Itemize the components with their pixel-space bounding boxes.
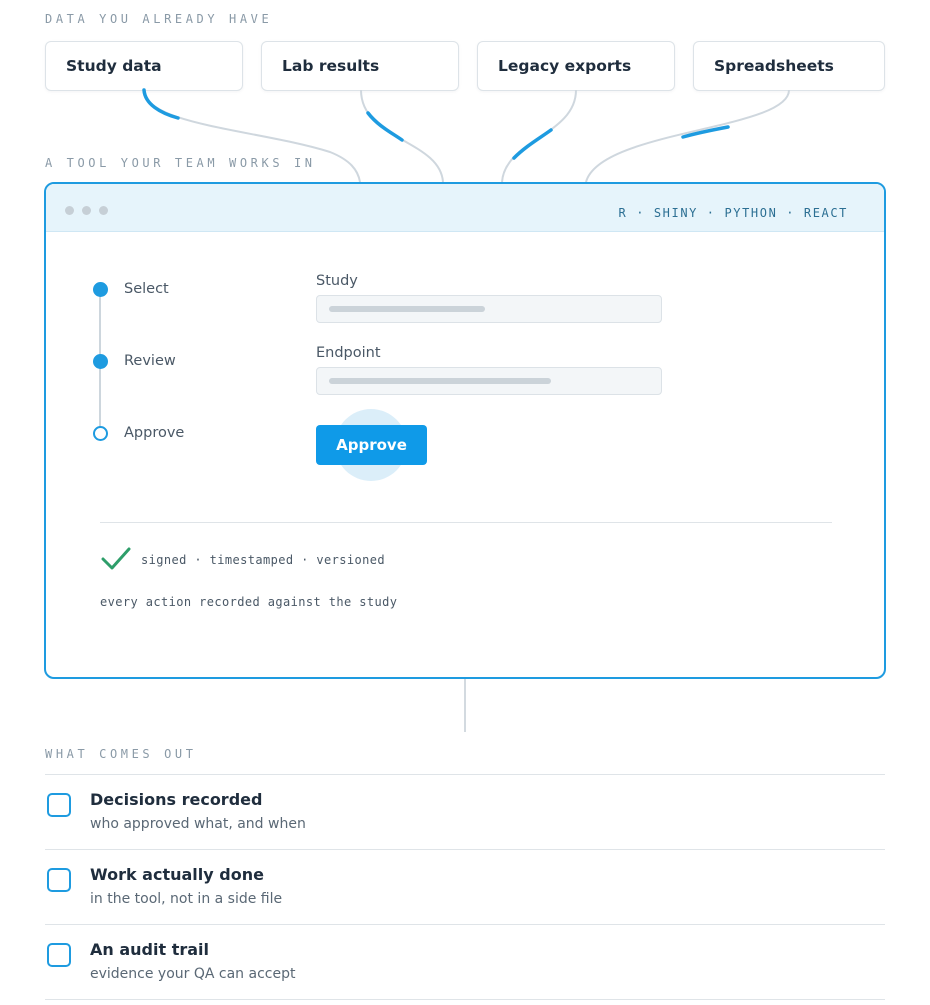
approve-button[interactable]: Approve	[316, 425, 427, 465]
tool-output-connector	[464, 679, 466, 732]
step-done-icon	[93, 282, 108, 297]
window-dot-icon	[82, 206, 91, 215]
connector-spreadsheets-highlight	[681, 125, 730, 139]
tool-window: R · SHINY · PYTHON · REACT Select Review…	[44, 182, 886, 679]
output-title: Decisions recorded	[90, 790, 263, 809]
tool-titlebar: R · SHINY · PYTHON · REACT	[46, 184, 884, 232]
connector-spreadsheets	[585, 89, 790, 183]
source-card-label: Spreadsheets	[714, 57, 834, 75]
checkbox-icon	[47, 793, 71, 817]
source-card-label: Lab results	[282, 57, 380, 75]
output-divider	[45, 774, 885, 775]
output-subtitle: evidence your QA can accept	[90, 966, 296, 982]
output-title: An audit trail	[90, 940, 209, 959]
output-divider	[45, 924, 885, 925]
step-label-review[interactable]: Review	[124, 353, 176, 369]
study-field-placeholder-bar	[329, 306, 485, 312]
output-subtitle: in the tool, not in a side file	[90, 891, 283, 907]
inputs-heading: DATA YOU ALREADY HAVE	[45, 12, 273, 26]
output-title: Work actually done	[90, 865, 264, 884]
step-label-approve[interactable]: Approve	[124, 425, 184, 441]
checkbox-icon	[47, 868, 71, 892]
status-line: signed · timestamped · versioned	[141, 553, 385, 567]
connector-study-data-highlight	[142, 88, 180, 120]
connector-lab-results	[360, 89, 444, 183]
source-card-spreadsheets: Spreadsheets	[693, 41, 885, 91]
connector-lab-results-highlight	[366, 111, 404, 142]
step-current-icon	[93, 426, 108, 441]
step-label-select[interactable]: Select	[124, 281, 169, 297]
record-note: every action recorded against the study	[100, 595, 398, 609]
tech-stack: R · SHINY · PYTHON · REACT	[618, 206, 848, 220]
checkbox-icon	[47, 943, 71, 967]
connector-legacy-exports-highlight	[512, 128, 553, 160]
source-card-lab-results: Lab results	[261, 41, 459, 91]
output-divider	[45, 999, 885, 1000]
source-card-study-data: Study data	[45, 41, 243, 91]
source-card-label: Legacy exports	[498, 57, 632, 75]
outputs-heading: WHAT COMES OUT	[45, 747, 197, 761]
window-dot-icon	[99, 206, 108, 215]
tool-heading: A TOOL YOUR TEAM WORKS IN	[45, 156, 316, 170]
endpoint-field-placeholder-bar	[329, 378, 551, 384]
output-divider	[45, 849, 885, 850]
window-dot-icon	[65, 206, 74, 215]
step-done-icon	[93, 354, 108, 369]
tool-divider	[100, 522, 832, 523]
endpoint-field-label: Endpoint	[316, 345, 381, 361]
connector-legacy-exports	[501, 89, 577, 183]
study-field-label: Study	[316, 273, 358, 289]
source-card-label: Study data	[66, 57, 162, 75]
source-card-legacy-exports: Legacy exports	[477, 41, 675, 91]
study-field[interactable]	[316, 295, 662, 323]
endpoint-field[interactable]	[316, 367, 662, 395]
checkmark-icon	[101, 547, 131, 570]
connector-lines	[142, 88, 790, 183]
output-subtitle: who approved what, and when	[90, 816, 306, 832]
